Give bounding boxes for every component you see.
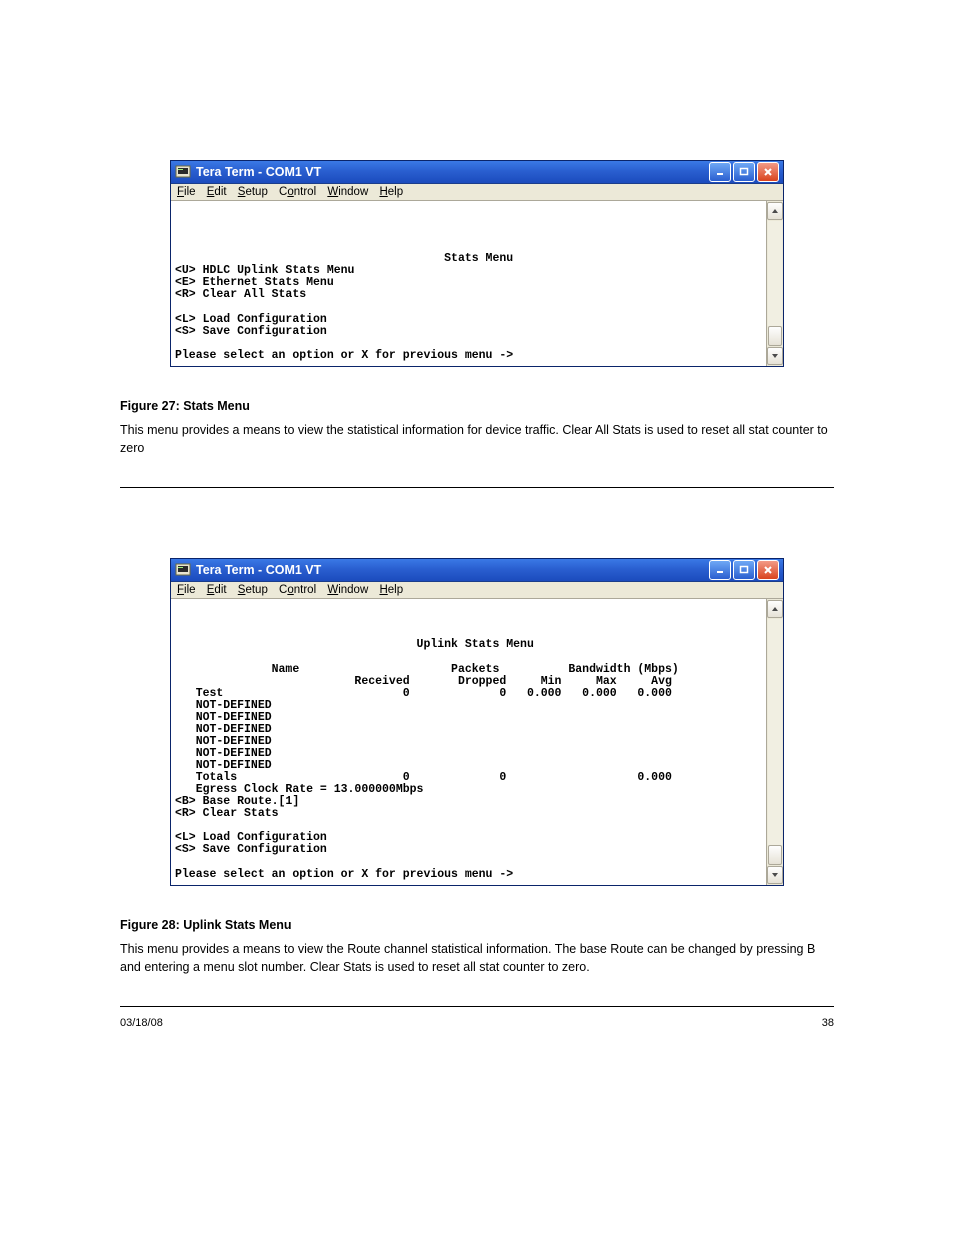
minimize-button[interactable] [709, 560, 731, 580]
scroll-thumb[interactable] [768, 845, 782, 865]
scroll-up-button[interactable] [767, 600, 783, 618]
menu-window[interactable]: Window [327, 186, 368, 198]
menu-setup[interactable]: Setup [238, 186, 268, 198]
scrollbar[interactable] [766, 599, 783, 884]
window-title: Tera Term - COM1 VT [196, 165, 709, 179]
figure-28-caption: Figure 28: Uplink Stats Menu This menu p… [120, 916, 834, 976]
menu-help[interactable]: Help [379, 584, 403, 596]
caption-title: Figure 27: Stats Menu [120, 397, 834, 415]
teraterm-window-1: Tera Term - COM1 VT File Edit Setu [170, 160, 784, 367]
scroll-down-button[interactable] [767, 347, 783, 365]
scroll-track[interactable] [768, 619, 782, 864]
footer-divider [120, 1006, 834, 1007]
titlebar[interactable]: Tera Term - COM1 VT [171, 559, 783, 582]
scroll-down-button[interactable] [767, 866, 783, 884]
menu-setup[interactable]: Setup [238, 584, 268, 596]
footer-date: 03/18/08 [120, 1017, 163, 1029]
caption-text: This menu provides a means to view the s… [120, 421, 834, 457]
caption-text: This menu provides a means to view the R… [120, 940, 834, 976]
page-footer: 03/18/08 38 [120, 1017, 834, 1029]
titlebar[interactable]: Tera Term - COM1 VT [171, 161, 783, 184]
menu-edit[interactable]: Edit [207, 584, 227, 596]
app-icon [175, 164, 191, 180]
section-divider [120, 487, 834, 488]
menu-file[interactable]: File [177, 186, 196, 198]
menubar: File Edit Setup Control Window Help [171, 184, 783, 201]
maximize-button[interactable] [733, 162, 755, 182]
menu-window[interactable]: Window [327, 584, 368, 596]
terminal-output[interactable]: Stats Menu <U> HDLC Uplink Stats Menu <E… [171, 201, 766, 366]
menu-file[interactable]: File [177, 584, 196, 596]
close-button[interactable] [757, 162, 779, 182]
scroll-thumb[interactable] [768, 326, 782, 346]
window-title: Tera Term - COM1 VT [196, 563, 709, 577]
teraterm-window-2: Tera Term - COM1 VT File Edit Setu [170, 558, 784, 885]
menubar: File Edit Setup Control Window Help [171, 582, 783, 599]
scroll-track[interactable] [768, 221, 782, 346]
figure-27-caption: Figure 27: Stats Menu This menu provides… [120, 397, 834, 457]
footer-page: 38 [822, 1017, 834, 1029]
menu-control[interactable]: Control [279, 186, 316, 198]
menu-edit[interactable]: Edit [207, 186, 227, 198]
caption-title: Figure 28: Uplink Stats Menu [120, 916, 834, 934]
app-icon [175, 562, 191, 578]
maximize-button[interactable] [733, 560, 755, 580]
scroll-up-button[interactable] [767, 202, 783, 220]
terminal-output[interactable]: Uplink Stats Menu Name Packets Bandwidth… [171, 599, 766, 884]
scrollbar[interactable] [766, 201, 783, 366]
minimize-button[interactable] [709, 162, 731, 182]
close-button[interactable] [757, 560, 779, 580]
menu-control[interactable]: Control [279, 584, 316, 596]
menu-help[interactable]: Help [379, 186, 403, 198]
